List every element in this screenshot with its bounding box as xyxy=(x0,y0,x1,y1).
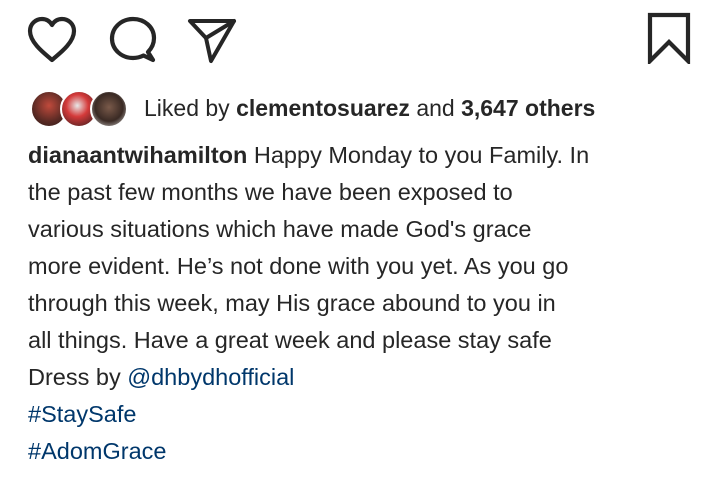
post-action-bar xyxy=(0,0,720,80)
dress-credit-prefix: Dress by xyxy=(28,364,121,390)
heart-icon[interactable] xyxy=(26,16,78,64)
likes-conjunction: and xyxy=(416,95,455,121)
comment-bubble-icon[interactable] xyxy=(106,16,158,64)
avatar xyxy=(90,90,128,128)
liker-username-link[interactable]: clementosuarez xyxy=(236,95,410,121)
hashtag-link[interactable]: #StaySafe xyxy=(28,401,136,427)
caption-line: various situations which have made God's… xyxy=(28,216,532,242)
hashtag-link[interactable]: #AdomGrace xyxy=(28,438,166,464)
likes-count-link[interactable]: 3,647 others xyxy=(461,95,595,121)
post-caption: dianaantwihamilton Happy Monday to you F… xyxy=(28,137,700,470)
likes-text: Liked by clementosuarez and 3,647 others xyxy=(144,88,595,128)
caption-line: the past few months we have been exposed… xyxy=(28,179,513,205)
caption-line: through this week, may His grace abound … xyxy=(28,290,556,316)
caption-text: Happy Monday to you Family. In xyxy=(253,142,590,168)
mention-link[interactable]: @dhbydhofficial xyxy=(127,364,294,390)
paper-plane-icon[interactable] xyxy=(186,16,238,64)
caption-line: #StaySafe xyxy=(28,396,700,433)
caption-line: all things. Have a great week and please… xyxy=(28,327,552,353)
likes-summary: Liked by clementosuarez and 3,647 others xyxy=(28,88,595,128)
bookmark-icon[interactable] xyxy=(644,12,694,64)
caption-line: dianaantwihamilton Happy Monday to you F… xyxy=(28,137,700,174)
caption-line: Dress by @dhbydhofficial xyxy=(28,359,700,396)
caption-line: #AdomGrace xyxy=(28,433,700,470)
caption-line: more evident. He’s not done with you yet… xyxy=(28,253,569,279)
liker-avatars[interactable] xyxy=(28,88,128,128)
author-username-link[interactable]: dianaantwihamilton xyxy=(28,142,247,168)
likes-prefix: Liked by xyxy=(144,95,230,121)
